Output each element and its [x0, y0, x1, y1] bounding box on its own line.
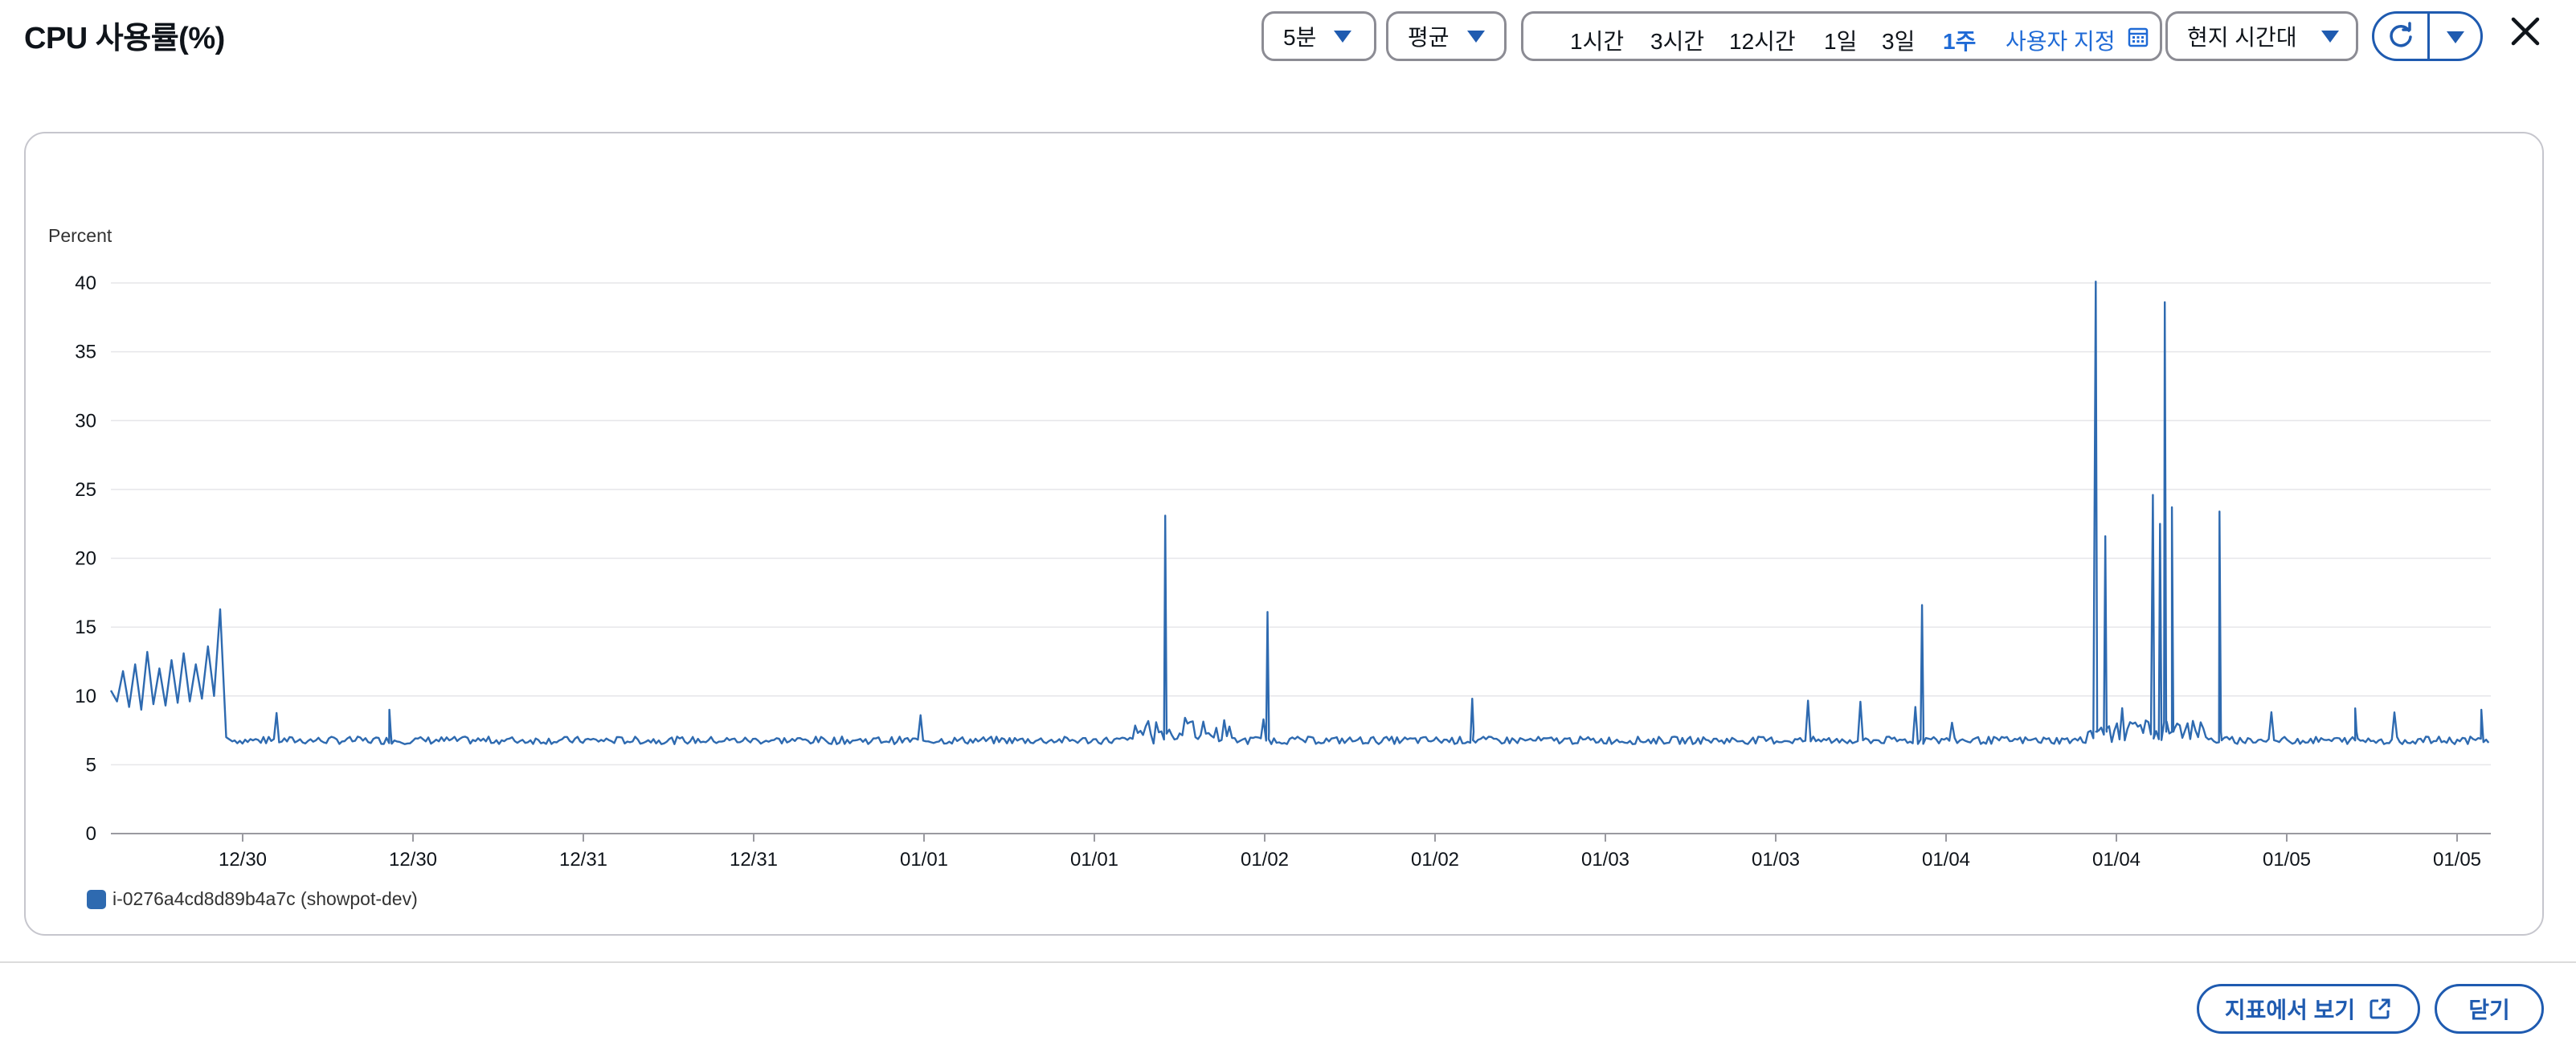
- y-tick-label: 0: [86, 823, 96, 845]
- page-title: CPU 사용률(%): [24, 22, 225, 55]
- y-axis-label: Percent: [48, 225, 112, 246]
- range-12h[interactable]: 12시간: [1729, 24, 1796, 56]
- legend-label: i-0276a4cd8d89b4a7c (showpot-dev): [112, 888, 418, 909]
- x-tick-label: 12/31: [559, 849, 607, 871]
- y-tick-label: 25: [75, 479, 96, 501]
- x-tick-label: 12/31: [730, 849, 778, 871]
- y-tick-label: 30: [75, 410, 96, 432]
- x-tick-label: 12/30: [219, 849, 267, 871]
- external-link-icon: [2370, 998, 2390, 1019]
- range-3d[interactable]: 3일: [1882, 24, 1915, 56]
- chevron-down-icon: [2320, 30, 2339, 43]
- x-tick-label: 01/03: [1581, 849, 1629, 871]
- series-line: [109, 281, 2490, 745]
- timezone-value: 현지 시간대: [2187, 25, 2297, 50]
- range-1w[interactable]: 1주: [1943, 24, 1976, 56]
- chevron-down-icon: [1334, 30, 1352, 43]
- range-1h[interactable]: 1시간: [1570, 24, 1624, 56]
- footer-divider: [0, 961, 2576, 963]
- x-tick-label: 01/02: [1241, 849, 1289, 871]
- statistic-value: 평균: [1408, 25, 1450, 50]
- y-tick-label: 35: [75, 342, 96, 363]
- y-tick-label: 10: [75, 686, 96, 707]
- refresh-icon[interactable]: [2386, 22, 2416, 52]
- x-tick-label: 01/05: [2263, 849, 2311, 871]
- range-custom[interactable]: 사용자 지정: [2006, 24, 2116, 56]
- range-1d[interactable]: 1일: [1824, 24, 1857, 56]
- x-tick-label: 01/03: [1752, 849, 1800, 871]
- chart-legend[interactable]: i-0276a4cd8d89b4a7c (showpot-dev): [87, 888, 418, 910]
- legend-swatch: [87, 889, 106, 909]
- refresh-divider: [2427, 14, 2430, 59]
- y-tick-label: 15: [75, 617, 96, 638]
- period-value: 5분: [1283, 25, 1317, 50]
- close-button[interactable]: 닫기: [2435, 984, 2544, 1034]
- close-label: 닫기: [2468, 998, 2510, 1022]
- view-in-metrics-button[interactable]: 지표에서 보기: [2197, 984, 2420, 1034]
- x-tick-label: 01/04: [1922, 849, 1970, 871]
- time-range-selector: 1시간 3시간 12시간 1일 3일 1주 사용자 지정: [1521, 11, 2162, 61]
- cpu-line-chart: Percent 0 5 10 15 20 25 30 35 40 12/30 12/30 12/31 12…: [48, 225, 2491, 871]
- chevron-down-icon: [1466, 30, 1485, 43]
- x-tick-label: 01/02: [1411, 849, 1459, 871]
- period-select[interactable]: 5분: [1261, 11, 1376, 61]
- x-tick-label: 01/01: [1070, 849, 1118, 871]
- y-tick-label: 40: [75, 273, 96, 294]
- statistic-select[interactable]: 평균: [1386, 11, 1507, 61]
- x-tick-label: 01/04: [2092, 849, 2141, 871]
- y-tick-label: 5: [86, 754, 96, 776]
- x-tick-label: 01/05: [2433, 849, 2481, 871]
- close-icon[interactable]: [2505, 11, 2545, 51]
- x-tick-label: 01/01: [900, 849, 948, 871]
- y-tick-label: 20: [75, 548, 96, 570]
- x-tick-label: 12/30: [389, 849, 437, 871]
- range-3h[interactable]: 3시간: [1650, 24, 1704, 56]
- view-in-metrics-label: 지표에서 보기: [2224, 998, 2356, 1022]
- refresh-options-chevron-icon[interactable]: [2447, 31, 2464, 43]
- timezone-select[interactable]: 현지 시간대: [2165, 11, 2358, 61]
- refresh-button-group: [2372, 11, 2483, 61]
- calendar-icon[interactable]: [2128, 27, 2149, 47]
